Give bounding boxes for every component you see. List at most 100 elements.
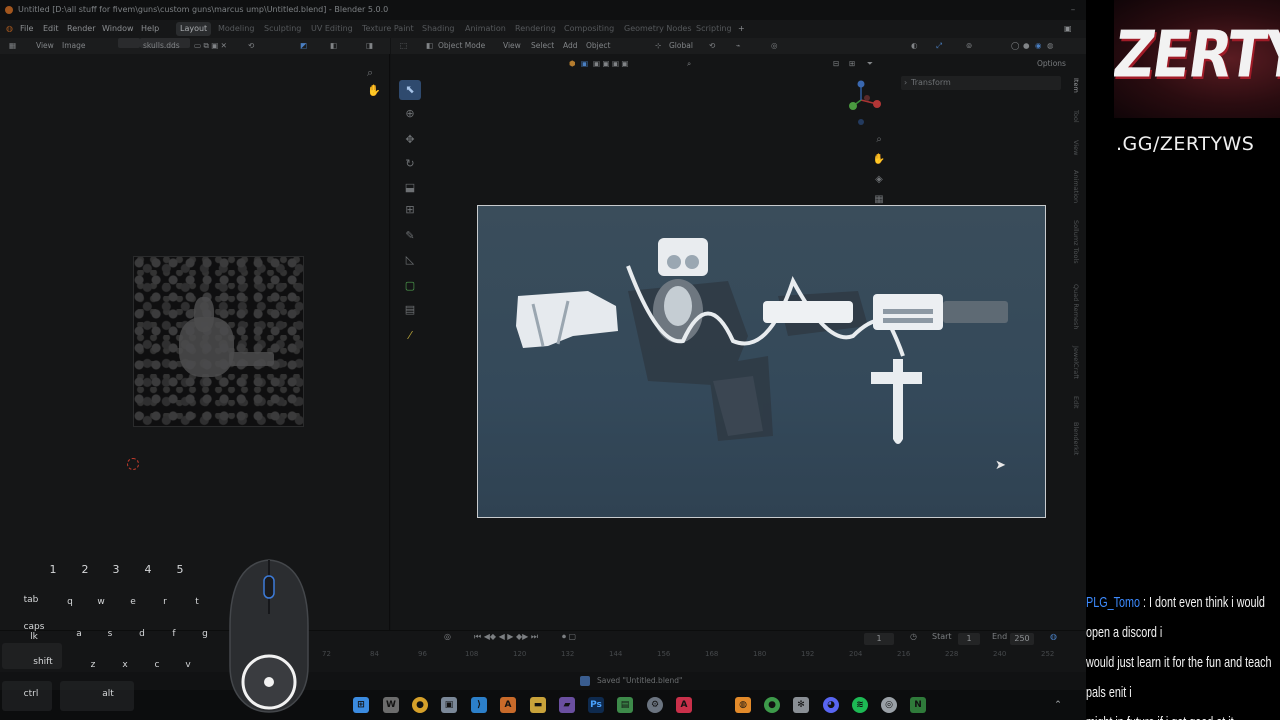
tab-geometry-nodes[interactable]: Geometry Nodes [620,22,695,36]
current-frame-field[interactable]: 1 [864,633,894,645]
select-mode-icon[interactable]: ⬢ [569,56,576,72]
editor-type-icon[interactable]: ▦ [9,38,16,54]
image-editor[interactable]: ▦ View Image skulls.dds ▭ ⧉ ▣ ✕ ⟲ ◩ ◧ ◨ … [0,38,390,630]
tab-texture-paint[interactable]: Texture Paint [358,22,418,36]
sidebar-tab-edit[interactable]: Edit [1068,396,1080,409]
timeline-view-icon[interactable]: ◍ [1050,632,1057,641]
gizmo-toggle-icon[interactable]: ⤢ [936,38,942,54]
minimize-icon[interactable]: – [1062,0,1084,20]
editor-icon[interactable]: ⊞ [849,56,855,72]
shading-solid-icon[interactable]: ● [1023,38,1030,54]
sidebar-tab-view[interactable]: View [1068,140,1080,155]
image-editor-view-menu[interactable]: View [36,38,54,54]
app-icon[interactable]: ▤ [617,697,633,713]
tab-scripting[interactable]: Scripting [692,22,736,36]
tab-compositing[interactable]: Compositing [560,22,618,36]
tool-box-cutter[interactable]: ▤ [399,300,421,320]
snap-icon[interactable]: ⌁ [736,38,741,54]
3d-viewport[interactable]: ⬚ ◧ Object Mode View Select Add Object ⊹… [391,38,1086,630]
shading-render-icon[interactable]: ◍ [1047,38,1054,54]
pan-hand-icon[interactable]: ✋ [871,154,887,170]
image-gizmo-icon[interactable]: ◨ [366,38,373,54]
sidebar-tab-quad-remesh[interactable]: Quad Remesh [1068,284,1080,329]
store-icon[interactable]: ▣ [441,697,457,713]
image-pin-icon[interactable]: ▭ ⧉ ▣ ✕ [194,38,227,54]
keyframe-icon[interactable]: ◎ [444,632,451,641]
chevron-up-icon[interactable]: ⌃ [1050,697,1066,713]
tool-scale[interactable]: ⬓ [399,178,421,198]
filter-icon[interactable]: ⊟ [833,56,839,72]
options-dropdown[interactable]: Options [1037,59,1066,68]
chrome-icon[interactable]: ● [764,697,780,713]
mode-dropdown[interactable]: Object Mode [438,38,485,54]
tab-animation[interactable]: Animation [461,22,510,36]
app-icon[interactable]: ▰ [559,697,575,713]
camera-frame[interactable] [477,205,1046,518]
image-overlay-icon[interactable]: ◧ [330,38,337,54]
tab-layout[interactable]: Layout [176,22,212,36]
sidebar-tab-sollumz[interactable]: Sollumz Tools [1068,220,1080,264]
viewport-view-menu[interactable]: View [503,38,521,54]
app-icon[interactable]: A [500,697,516,713]
image-sync-icon[interactable]: ⟲ [248,38,254,54]
discord-icon[interactable]: ◕ [823,697,839,713]
tab-uv-editing[interactable]: UV Editing [307,22,357,36]
image-browse-button[interactable] [118,38,140,48]
viewport-object-menu[interactable]: Object [586,38,610,54]
settings-icon[interactable]: ⚙ [647,697,663,713]
preview-range-icon[interactable]: ◷ [910,632,917,641]
app-icon[interactable]: ✻ [793,697,809,713]
2d-cursor-icon[interactable] [127,458,139,470]
app-icon[interactable]: W [383,697,399,713]
visibility-icon[interactable]: ◐ [911,38,918,54]
sidebar-tab-jewelcraft[interactable]: JewelCraft [1068,346,1080,379]
orientation-dropdown[interactable]: Global [669,38,693,54]
vscode-icon[interactable]: ⟩ [471,697,487,713]
shading-wire-icon[interactable]: ◯ [1011,38,1019,54]
image-display-icon[interactable]: ◩ [300,38,307,54]
funnel-icon[interactable]: ⏷ [867,56,873,72]
zoom-icon[interactable]: ⌕ [367,66,373,80]
sidebar-tab-tool[interactable]: Tool [1068,110,1080,123]
pivot-icon[interactable]: ⟲ [709,38,715,54]
sidebar-tab-blenderkit[interactable]: Blenderkit [1068,422,1080,455]
app-icon[interactable]: N [910,697,926,713]
tool-annotate[interactable]: ✎ [399,226,421,246]
tab-modeling[interactable]: Modeling [214,22,258,36]
transform-panel[interactable]: › Transform [901,76,1061,90]
menu-help[interactable]: Help [141,20,159,38]
camera-icon[interactable]: ◈ [871,174,887,190]
proportional-icon[interactable]: ◎ [771,38,778,54]
viewport-add-menu[interactable]: Add [563,38,578,54]
spotify-icon[interactable]: ≋ [852,697,868,713]
tool-add-cube[interactable]: ▢ [399,276,421,296]
playback-controls[interactable]: ⏮ ◀◆ ◀ ▶ ◆▶ ⏭ [474,632,538,642]
scene-icon[interactable]: ▣ [1064,20,1072,38]
editor-type-icon[interactable]: ⬚ [400,38,407,54]
shading-material-icon[interactable]: ◉ [1035,38,1042,54]
start-frame-field[interactable]: 1 [958,633,980,645]
add-workspace-icon[interactable]: + [738,20,745,38]
tool-rotate[interactable]: ↻ [399,154,421,174]
viewport-select-menu[interactable]: Select [531,38,554,54]
blender-menu-icon[interactable]: ◍ [6,20,13,38]
blender-taskbar-icon[interactable]: ◍ [735,697,751,713]
tool-custom[interactable]: ⁄ [399,326,421,346]
windows-start-icon[interactable]: ⊞ [353,697,369,713]
menu-edit[interactable]: Edit [43,20,59,38]
sidebar-tab-animation[interactable]: Animation [1068,170,1080,203]
menu-render[interactable]: Render [67,20,95,38]
navigation-gizmo[interactable] [839,78,889,128]
menu-window[interactable]: Window [102,20,134,38]
auto-keying-icon[interactable]: ⏺ ▢ [562,632,576,642]
tool-select-box[interactable]: ⬉ [399,80,421,100]
end-frame-field[interactable]: 250 [1010,633,1034,645]
tool-transform[interactable]: ⊞ [399,200,421,220]
app-icon[interactable]: ◎ [881,697,897,713]
tab-sculpting[interactable]: Sculpting [260,22,305,36]
tab-shading[interactable]: Shading [418,22,459,36]
sidebar-tab-item[interactable]: Item [1068,78,1080,93]
zoom-icon[interactable]: ⌕ [871,134,887,150]
menu-file[interactable]: File [20,20,33,38]
image-editor-image-menu[interactable]: Image [62,38,86,54]
